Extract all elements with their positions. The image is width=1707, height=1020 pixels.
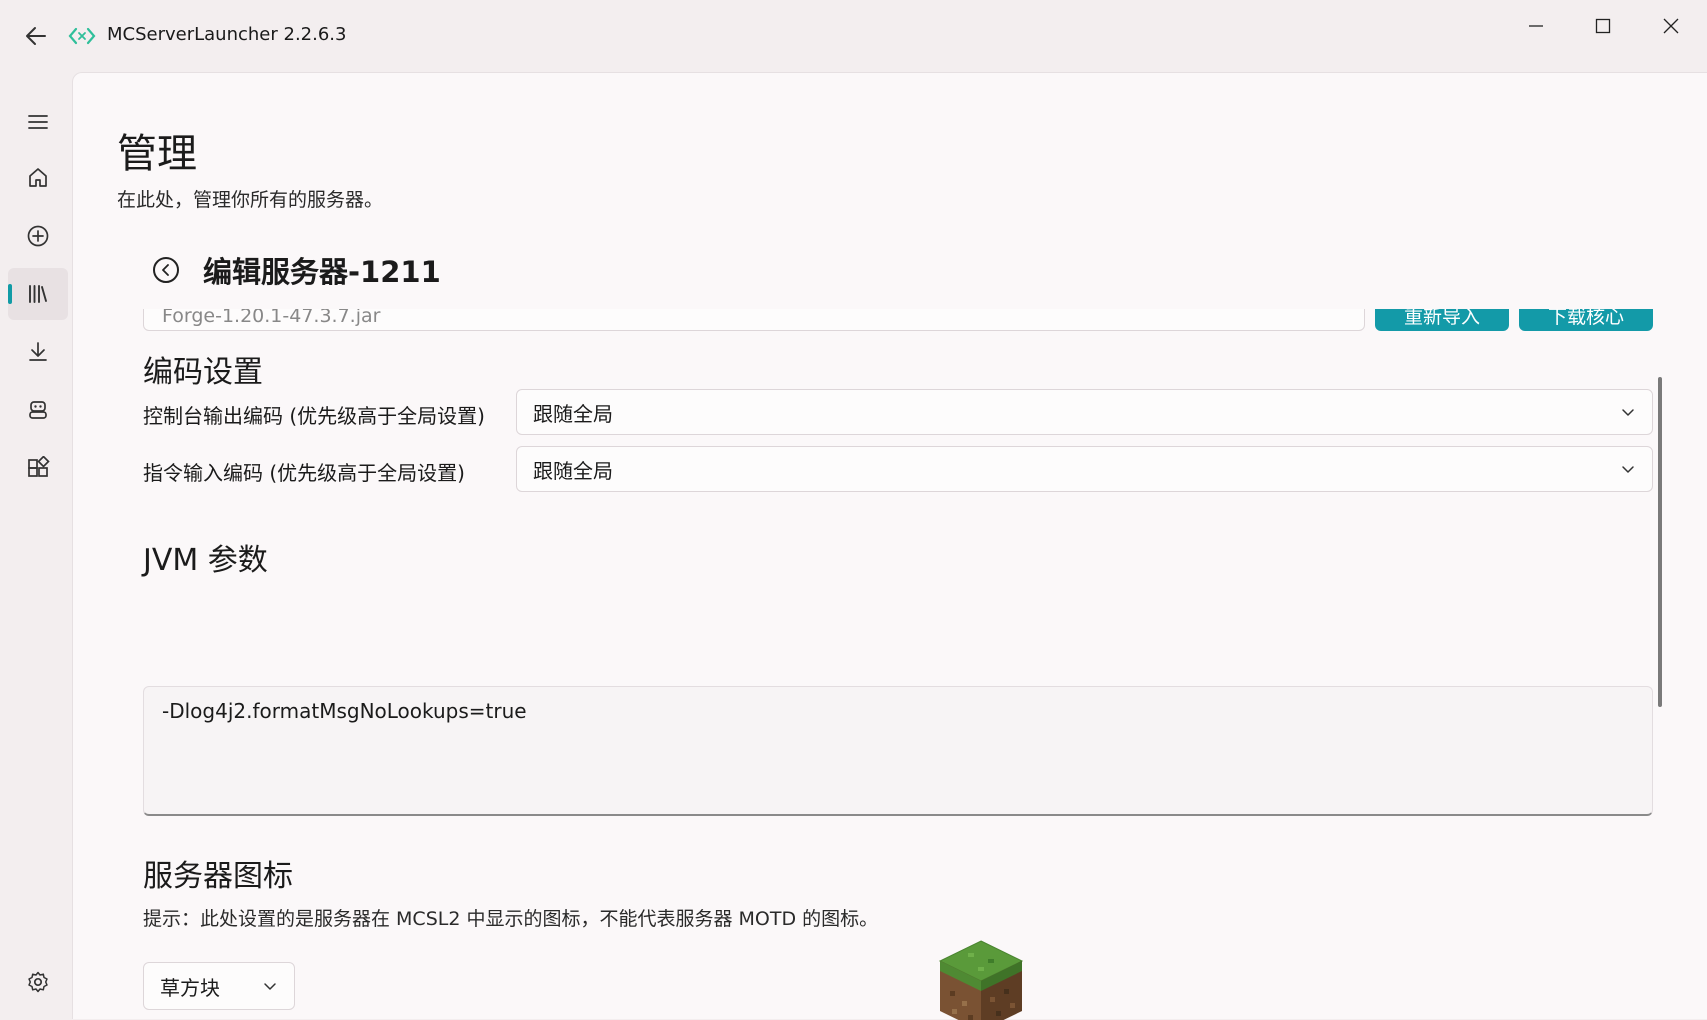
server-icon-section-title: 服务器图标 [143,859,293,894]
core-file-field[interactable]: Forge-1.20.1-47.3.7.jar [143,309,1365,331]
close-button[interactable] [1648,10,1694,42]
download-icon [29,342,47,361]
nav-item-manage[interactable] [8,268,68,320]
nav-item-console[interactable] [8,384,68,436]
close-icon [1663,18,1679,34]
maximize-button[interactable] [1580,10,1626,42]
plus-circle-icon [27,225,49,247]
minimize-icon [1529,25,1543,27]
grass-block-icon [938,940,1024,1020]
jvm-section-title: JVM 参数 [143,543,268,578]
nav-item-download[interactable] [8,326,68,378]
chevron-down-icon [264,983,276,990]
maximize-icon [1595,18,1611,34]
chevron-down-icon [1622,409,1634,416]
nav-item-plugins[interactable] [8,442,68,494]
console-output-encoding-label: 控制台输出编码 (优先级高于全局设置) [143,404,485,428]
apps-icon [28,456,50,477]
download-core-button[interactable]: 下载核心 [1519,309,1653,331]
app-logo-icon [68,27,96,45]
robot-icon [29,401,47,419]
edit-back-button[interactable] [153,257,179,283]
server-icon-select-value: 草方块 [160,975,220,1000]
encoding-section-title: 编码设置 [143,355,263,390]
hamburger-icon [28,115,48,129]
content-area: 管理 在此处，管理你所有的服务器。 编辑服务器-1211 Forge-1.20.… [72,72,1707,1020]
vertical-scrollbar[interactable] [1658,377,1662,707]
gear-icon [28,971,48,993]
minimize-button[interactable] [1513,10,1559,42]
command-input-encoding-select[interactable]: 跟随全局 [516,446,1653,492]
edit-server-header: 编辑服务器-1211 [153,250,441,290]
home-icon [29,168,47,187]
nav-item-create[interactable] [8,210,68,262]
page-title: 管理 [117,131,197,177]
settings-scroll-area[interactable]: Forge-1.20.1-47.3.7.jar 重新导入 下载核心 编码设置 控… [73,309,1707,1020]
back-button[interactable] [18,20,54,52]
nav-item-home[interactable] [8,152,68,204]
command-input-encoding-label: 指令输入编码 (优先级高于全局设置) [143,461,465,485]
nav-menu-button[interactable] [8,96,68,148]
server-icon-select[interactable]: 草方块 [143,962,295,1010]
console-output-encoding-select[interactable]: 跟随全局 [516,389,1653,435]
arrow-left-icon [26,27,46,45]
jvm-args-textarea[interactable]: -Dlog4j2.formatMsgNoLookups=true [143,686,1653,816]
edit-server-title: 编辑服务器-1211 [203,255,441,289]
reimport-button[interactable]: 重新导入 [1375,309,1509,331]
navigation-pane [0,72,72,1019]
library-icon [29,285,47,303]
chevron-down-icon [1622,466,1634,473]
app-title: MCServerLauncher 2.2.6.3 [107,24,347,45]
command-input-encoding-value: 跟随全局 [533,458,613,483]
title-bar: MCServerLauncher 2.2.6.3 [0,0,1707,72]
server-icon-hint: 提示：此处设置的是服务器在 MCSL2 中显示的图标，不能代表服务器 MOTD … [143,908,879,930]
page-subtitle: 在此处，管理你所有的服务器。 [117,189,384,211]
nav-item-settings[interactable] [8,956,68,1008]
chevron-left-icon [162,264,169,276]
console-output-encoding-value: 跟随全局 [533,401,613,426]
